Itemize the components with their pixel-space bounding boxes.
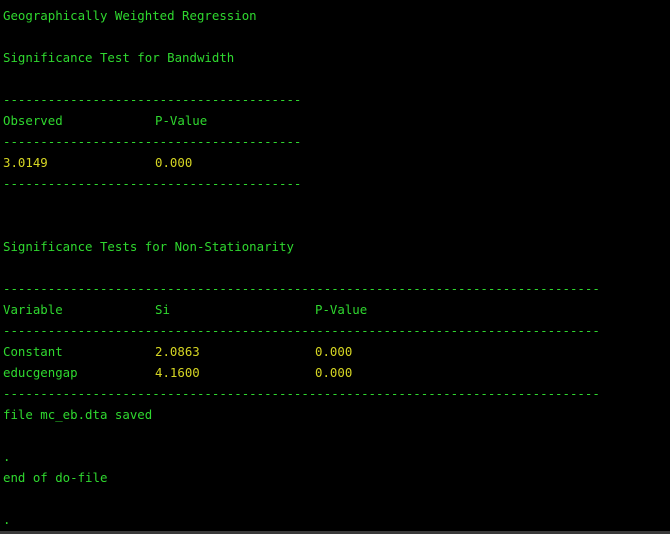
variable-name: educgengap bbox=[3, 365, 78, 380]
header-si: Si bbox=[155, 302, 170, 317]
table-rule: ----------------------------------------… bbox=[3, 281, 600, 296]
table-rule: ----------------------------------------… bbox=[3, 323, 600, 338]
saved-message: file mc_eb.dta saved bbox=[3, 407, 153, 422]
nonstationarity-title: Significance Tests for Non-Stationarity bbox=[3, 239, 294, 254]
bandwidth-table-row: 3.0149 0.000 bbox=[3, 153, 403, 173]
table-rule: ----------------------------------------… bbox=[3, 386, 600, 401]
header-variable: Variable bbox=[3, 302, 63, 317]
header-observed: Observed bbox=[3, 113, 63, 128]
p-value: 0.000 bbox=[155, 155, 193, 170]
si-value: 2.0863 bbox=[155, 344, 200, 359]
header-p-value: P-Value bbox=[155, 113, 208, 128]
results-window[interactable]: Geographically Weighted Regression Signi… bbox=[0, 0, 670, 531]
gwr-title: Geographically Weighted Regression bbox=[3, 8, 257, 23]
p-value: 0.000 bbox=[315, 365, 353, 380]
p-value: 0.000 bbox=[315, 344, 353, 359]
variable-name: Constant bbox=[3, 344, 63, 359]
si-value: 4.1600 bbox=[155, 365, 200, 380]
bandwidth-table-header: Observed P-Value bbox=[3, 111, 403, 131]
table-rule: ---------------------------------------- bbox=[3, 134, 302, 149]
bandwidth-test-title: Significance Test for Bandwidth bbox=[3, 50, 235, 65]
nonstat-table-header: Variable Si P-Value bbox=[3, 300, 663, 320]
command-prompt: . bbox=[3, 449, 11, 464]
table-row: educgengap 4.1600 0.000 bbox=[3, 363, 663, 383]
table-rule: ---------------------------------------- bbox=[3, 92, 302, 107]
table-rule: ---------------------------------------- bbox=[3, 176, 302, 191]
end-of-do-file-message: end of do-file bbox=[3, 470, 108, 485]
observed-value: 3.0149 bbox=[3, 155, 48, 170]
header-p-value: P-Value bbox=[315, 302, 368, 317]
command-prompt: . bbox=[3, 512, 11, 527]
table-row: Constant 2.0863 0.000 bbox=[3, 342, 663, 362]
